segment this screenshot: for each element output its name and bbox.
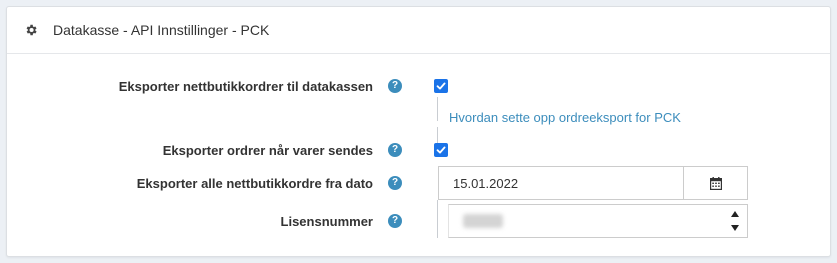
pck-setup-link[interactable]: Hvordan sette opp ordreeksport for PCK [449, 110, 681, 125]
export-orders-checkbox[interactable] [434, 79, 448, 93]
panel-title: Datakasse - API Innstillinger - PCK [53, 22, 270, 38]
date-value: 15.01.2022 [453, 175, 519, 191]
check-icon [436, 146, 446, 154]
export-on-ship-checkbox[interactable] [434, 143, 448, 157]
export-orders-label: Eksporter nettbutikkordrer til datakasse… [118, 79, 373, 94]
date-input[interactable]: 15.01.2022 [438, 166, 748, 200]
divider-line [437, 97, 438, 121]
settings-panel: Datakasse - API Innstillinger - PCK Eksp… [6, 6, 831, 257]
license-number-label: Lisensnummer [280, 214, 373, 229]
export-from-date-label: Eksporter alle nettbutikkordre fra dato [136, 176, 373, 191]
gear-icon [23, 22, 39, 38]
help-icon[interactable]: ? [388, 176, 402, 190]
export-on-ship-label: Eksporter ordrer når varer sendes [162, 143, 373, 158]
check-icon [436, 82, 446, 90]
increment-button[interactable] [731, 207, 739, 221]
decrement-button[interactable] [731, 221, 739, 235]
help-icon[interactable]: ? [388, 79, 402, 93]
caret-down-icon [731, 225, 739, 231]
license-number-input[interactable] [448, 204, 748, 238]
help-icon[interactable]: ? [388, 214, 402, 228]
number-spinner [723, 205, 747, 237]
panel-header: Datakasse - API Innstillinger - PCK [7, 7, 830, 54]
divider-line [437, 200, 438, 238]
caret-up-icon [731, 211, 739, 217]
divider-line [437, 127, 438, 143]
redacted-value [463, 214, 503, 228]
help-icon[interactable]: ? [388, 143, 402, 157]
calendar-button[interactable] [683, 167, 747, 199]
calendar-icon [709, 176, 722, 190]
